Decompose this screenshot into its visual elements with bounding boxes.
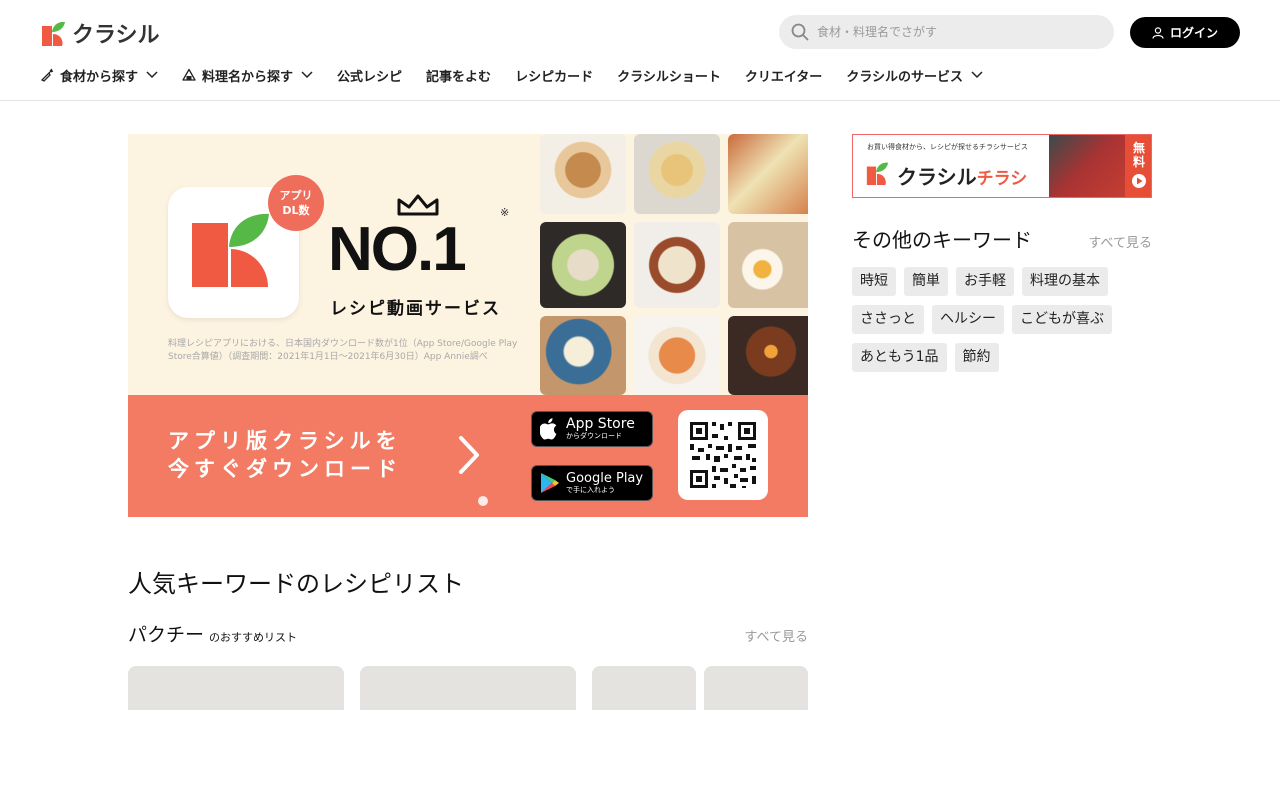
recipe-card[interactable] [360,666,576,710]
nav-label: 公式レシピ [337,69,403,85]
food-photo [540,316,626,395]
main-nav: 食材から探す 料理名から探す 公式レシピ 記事をよむ レシピカード クラシルショ… [40,64,1007,86]
chevron-down-icon [301,71,313,79]
chirashi-ad-banner[interactable]: お買い得食材から、レシピが探せるチラシサービス クラシルチラシ 無料 [852,134,1152,198]
recipe-card[interactable] [592,666,696,710]
keyword-name: パクチー [128,624,205,646]
nav-label: クラシルのサービス [846,69,964,85]
banner-bottom: アプリ版クラシルを 今すぐダウンロード App Store からダウンロード G… [128,395,808,517]
user-icon [1152,26,1164,39]
chevron-down-icon [146,71,158,79]
google-play-button[interactable]: Google Play で手に入れよう [531,465,653,501]
food-photo [728,134,808,214]
keyword-tag[interactable]: ささっと [852,305,924,334]
search-box[interactable] [779,15,1114,49]
see-all-link[interactable]: すべて見る [1088,232,1152,251]
play-icon [1132,174,1146,188]
food-photo [634,316,720,395]
dl-count-badge: アプリ DL数 [268,175,324,231]
google-play-icon [541,473,559,493]
keyword-tag[interactable]: お手軽 [956,267,1014,296]
ad-brand: クラシルチラシ [897,165,1028,189]
keyword-tag[interactable]: 時短 [852,267,896,296]
site-logo[interactable]: クラシル [40,17,160,49]
food-photo [540,134,626,214]
nav-item-dish-names[interactable]: 料理名から探す [182,66,313,85]
other-keywords-header: その他のキーワード すべて見る [852,224,1152,253]
food-photo [634,134,720,214]
keyword-tag[interactable]: 料理の基本 [1022,267,1108,296]
keyword-tag[interactable]: 節約 [954,343,999,372]
nav-label: レシピカード [515,69,594,85]
other-keywords-title: その他のキーワード [852,228,1032,252]
nav-item-services[interactable]: クラシルのサービス [846,66,983,85]
keyword-tag[interactable]: あともう1品 [852,343,947,372]
nav-item-ingredients[interactable]: 食材から探す [40,66,158,85]
keyword-list-header: パクチー のおすすめリスト すべて見る [128,620,808,647]
food-photo [728,222,808,308]
chevron-right-icon [459,436,479,474]
kurashiru-logo-icon [866,162,889,185]
recipe-card[interactable] [704,666,808,710]
nav-label: クリエイター [744,69,823,85]
crown-icon [397,194,439,216]
nav-item-creators[interactable]: クリエイター [745,66,822,85]
logo-text: クラシル [72,23,160,48]
cta-text: アプリ版クラシルを 今すぐダウンロード [168,429,402,481]
app-store-button[interactable]: App Store からダウンロード [531,411,653,447]
fineprint: 料理レシピアプリにおける、日本国内ダウンロード数が1位（App Store/Go… [168,339,518,362]
nav-label: クラシルショート [617,69,721,85]
rice-ball-icon [182,68,196,81]
login-label: ログイン [1169,26,1218,40]
apple-icon [540,418,557,440]
keyword-tag[interactable]: こどもが喜ぶ [1012,305,1112,334]
qr-code-image [690,422,756,488]
see-all-link[interactable]: すべて見る [744,626,808,645]
ad-free-badge: 無料 [1125,135,1151,197]
qr-code [678,410,768,500]
search-input[interactable] [817,25,1087,39]
login-button[interactable]: ログイン [1130,17,1240,48]
keyword-subtitle: のおすすめリスト [209,631,298,644]
nav-item-articles[interactable]: 記事をよむ [426,66,491,85]
nav-label: 記事をよむ [426,69,492,85]
no1-subline: レシピ動画サービス [330,299,501,319]
food-photo [634,222,720,308]
chevron-down-icon [971,71,983,79]
ad-phone-image [1049,135,1125,197]
ad-tagline: お買い得食材から、レシピが探せるチラシサービス [867,143,1028,151]
nav-label: 食材から探す [60,69,139,85]
keyword-tag[interactable]: ヘルシー [932,305,1004,334]
no1-headline: NO.1 [328,215,467,284]
nav-item-recipe-cards[interactable]: レシピカード [515,66,593,85]
search-icon [791,23,809,41]
food-photo [728,316,808,395]
nav-label: 料理名から探す [202,69,294,85]
no1-footnote-mark: ※ [500,206,510,219]
carrot-icon [40,68,54,82]
site-header: クラシル ログイン 食材から探す 料理名から探す [0,0,1280,101]
popular-keywords-title: 人気キーワードのレシピリスト [128,570,464,598]
kurashiru-logo-icon [42,21,65,46]
keyword-tag[interactable]: 簡単 [904,267,948,296]
nav-item-official-recipes[interactable]: 公式レシピ [337,66,402,85]
recipe-card[interactable] [128,666,344,710]
food-photo [540,222,626,308]
food-photo-grid [540,134,808,395]
app-download-banner[interactable]: アプリ DL数 NO.1 ※ レシピ動画サービス 料理レシピアプリにおける、日本… [128,134,808,517]
carousel-indicator-dot[interactable] [478,496,488,506]
keyword-tags: 時短 簡単 お手軽 料理の基本 ささっと ヘルシー こどもが喜ぶ あともう1品 … [852,267,1152,372]
nav-item-shorts[interactable]: クラシルショート [617,66,721,85]
banner-top: アプリ DL数 NO.1 ※ レシピ動画サービス 料理レシピアプリにおける、日本… [128,134,808,395]
